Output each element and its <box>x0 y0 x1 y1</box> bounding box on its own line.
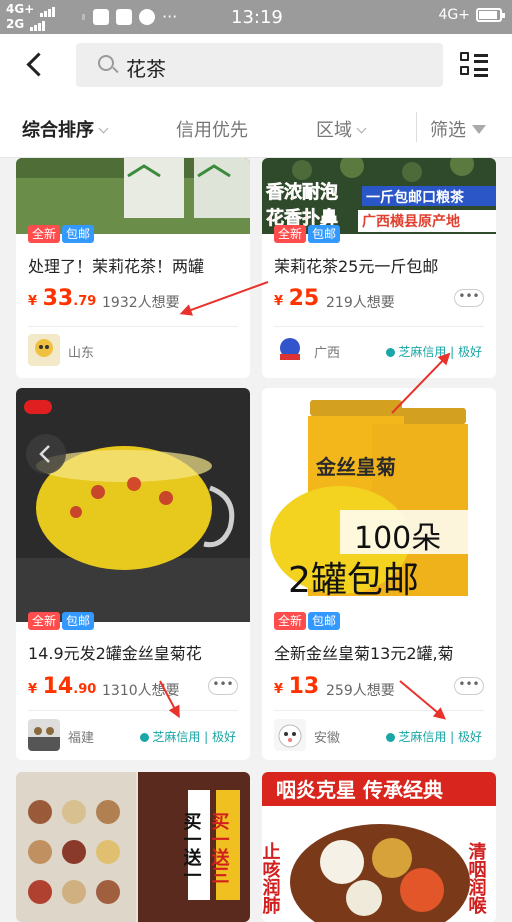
listing-price: ¥ 14.90 <box>28 674 97 699</box>
divider <box>274 710 484 711</box>
chevron-down-icon <box>356 123 367 134</box>
network-type-top: 4G+ <box>6 2 35 16</box>
listing-card[interactable]: 买一送一 买一送三 <box>16 772 250 922</box>
search-query: 花茶 <box>126 57 166 81</box>
badge-group: 全新 包邮 <box>274 225 341 243</box>
new-badge: 全新 <box>274 225 307 243</box>
listing-card[interactable]: 香浓耐泡 花香扑鼻 一斤包邮口粮茶 广西横县原产地 全新 包邮 茉莉花茶25元一… <box>262 158 496 378</box>
sesame-credit-icon <box>140 733 150 742</box>
free-shipping-badge: 包邮 <box>62 225 95 243</box>
network-type-right: 4G+ <box>438 7 471 23</box>
svg-text:咽炎克星 传承经典: 咽炎克星 传承经典 <box>276 778 443 802</box>
seller-location: 福建 <box>68 731 95 746</box>
want-count: 1932人想要 <box>102 295 180 311</box>
filter-button[interactable]: 筛选 <box>430 116 486 142</box>
free-shipping-badge: 包邮 <box>308 612 341 630</box>
badge-group: 全新 包邮 <box>28 612 95 630</box>
avatar <box>274 719 306 751</box>
avatar <box>28 719 60 751</box>
more-options-button[interactable]: ••• <box>454 677 484 695</box>
svg-text:清咽润喉: 清咽润喉 <box>466 842 487 915</box>
listing-title: 全新金丝皇菊13元2罐,菊 <box>274 644 454 663</box>
svg-text:香浓耐泡: 香浓耐泡 <box>265 181 338 203</box>
credit-rating: 芝麻信用 | 极好 <box>386 728 482 745</box>
signal-icon <box>30 17 46 31</box>
svg-text:一斤包邮口粮茶: 一斤包邮口粮茶 <box>366 189 465 206</box>
region-filter[interactable]: 区域 <box>316 116 367 142</box>
divider <box>28 710 238 711</box>
avatar <box>274 334 306 366</box>
product-image: 香浓耐泡 花香扑鼻 一斤包邮口粮茶 广西横县原产地 <box>262 158 496 234</box>
app-icon <box>139 9 155 25</box>
more-notifications-icon: ··· <box>162 7 178 26</box>
more-options-button[interactable]: ••• <box>208 677 238 695</box>
listing-card[interactable]: 全新 包邮 14.9元发2罐金丝皇菊花 ¥ 14.90 1310人想要 ••• … <box>16 388 250 760</box>
listing-price: ¥ 13 <box>274 674 320 699</box>
product-image <box>16 158 250 234</box>
status-bar: 4G+ 2G ··· 13:19 4G+ <box>0 0 512 34</box>
listing-title: 14.9元发2罐金丝皇菊花 <box>28 644 202 663</box>
svg-text:广西横县原产地: 广西横县原产地 <box>362 213 460 230</box>
credit-rating: 芝麻信用 | 极好 <box>386 343 482 360</box>
filter-bar: 综合排序 信用优先 区域 筛选 <box>0 98 512 158</box>
gallery-icon <box>93 9 109 25</box>
product-image: 金丝皇菊 100朵 2罐包邮 <box>262 388 496 622</box>
funnel-icon <box>472 125 486 134</box>
signal-icon <box>40 3 56 17</box>
want-count: 219人想要 <box>326 295 395 311</box>
svg-text:金丝皇菊: 金丝皇菊 <box>315 455 396 479</box>
listing-card[interactable]: 咽炎克星 传承经典 止咳润肺 清咽润喉 <box>262 772 496 922</box>
sesame-credit-icon <box>386 733 396 742</box>
sort-comprehensive-tab[interactable]: 综合排序 <box>22 116 109 142</box>
badge-group: 全新 包邮 <box>28 225 95 243</box>
listing-title: 处理了！茉莉花茶！两罐 <box>28 257 205 276</box>
network-type-bottom: 2G <box>6 16 25 31</box>
avatar <box>28 334 60 366</box>
battery-icon <box>476 8 505 22</box>
svg-text:买一送三: 买一送三 <box>209 812 231 884</box>
seller-location: 山东 <box>68 346 95 361</box>
product-image: 咽炎克星 传承经典 止咳润肺 清咽润喉 <box>262 772 496 922</box>
badge-group: 全新 包邮 <box>274 612 341 630</box>
product-image: 买一送一 买一送三 <box>16 772 250 922</box>
seller-location: 广西 <box>314 346 341 361</box>
listing-card[interactable]: 金丝皇菊 100朵 2罐包邮 全新 包邮 全新金丝皇菊13元2罐,菊 ¥ 13 … <box>262 388 496 760</box>
svg-text:100朵: 100朵 <box>354 521 441 556</box>
list-view-icon[interactable] <box>460 52 488 78</box>
svg-text:止咳润肺: 止咳润肺 <box>262 841 281 915</box>
search-icon <box>98 55 114 71</box>
free-shipping-badge: 包邮 <box>308 225 341 243</box>
sesame-credit-icon <box>386 348 396 357</box>
listing-card[interactable]: 全新 包邮 处理了！茉莉花茶！两罐 ¥ 33.79 1932人想要 山东 <box>16 158 250 378</box>
product-image <box>16 388 250 622</box>
new-badge: 全新 <box>28 612 61 630</box>
new-badge: 全新 <box>274 612 307 630</box>
gallery-icon <box>116 9 132 25</box>
divider <box>274 326 484 327</box>
credit-rating: 芝麻信用 | 极好 <box>140 728 236 745</box>
seller-location: 安徽 <box>314 731 341 746</box>
listing-price: ¥ 33.79 <box>28 286 97 311</box>
new-badge: 全新 <box>28 225 61 243</box>
search-header: 花茶 <box>0 34 512 98</box>
more-options-button[interactable]: ••• <box>454 289 484 307</box>
back-arrow-icon[interactable] <box>22 50 52 80</box>
listing-price: ¥ 25 <box>274 286 320 311</box>
svg-text:2罐包邮: 2罐包邮 <box>288 560 419 601</box>
status-right: 4G+ <box>438 7 505 23</box>
svg-text:买一送一: 买一送一 <box>181 812 203 884</box>
signal-indicators: 4G+ 2G <box>6 2 56 31</box>
notification-icons: ··· <box>82 9 177 25</box>
divider <box>28 326 238 327</box>
divider <box>416 112 417 142</box>
search-input[interactable]: 花茶 <box>76 43 443 87</box>
want-count: 259人想要 <box>326 683 395 699</box>
chevron-down-icon <box>98 123 109 134</box>
free-shipping-badge: 包邮 <box>62 612 95 630</box>
sort-credit-tab[interactable]: 信用优先 <box>176 116 248 142</box>
listing-title: 茉莉花茶25元一斤包邮 <box>274 257 439 276</box>
clock: 13:19 <box>231 7 283 28</box>
